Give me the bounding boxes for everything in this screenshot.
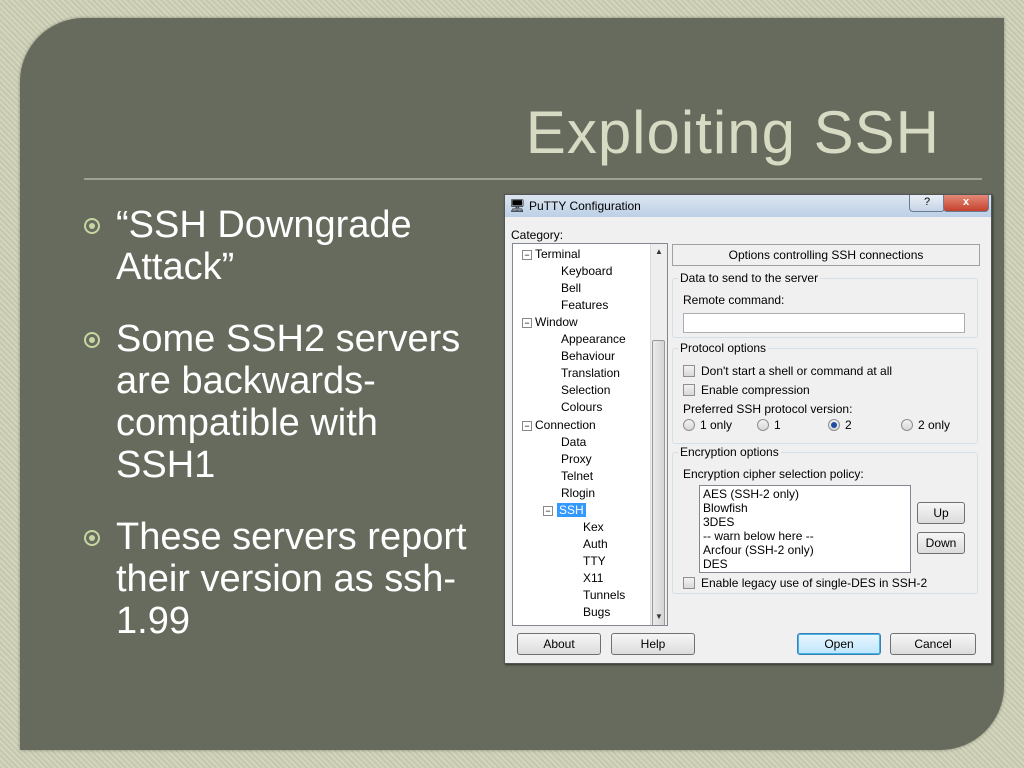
tree-item-keyboard[interactable]: Keyboard (561, 264, 612, 278)
tree-item-features[interactable]: Features (561, 298, 608, 312)
compression-label: Enable compression (701, 383, 810, 397)
cipher-policy-label: Encryption cipher selection policy: (683, 467, 864, 481)
tree-item-selection[interactable]: Selection (561, 383, 610, 397)
title-bar[interactable]: 🖥 PuTTY Configuration ? x (505, 195, 991, 217)
cipher-up-button[interactable]: Up (917, 502, 965, 524)
collapse-icon[interactable]: − (522, 250, 532, 260)
category-tree[interactable]: − Terminal Keyboard Bell Features − Wind… (512, 243, 668, 626)
panel-header: Options controlling SSH connections (672, 244, 980, 266)
tree-item-auth[interactable]: Auth (583, 537, 608, 551)
protocol-options-group: Protocol options Don't start a shell or … (672, 341, 978, 444)
tree-item-behaviour[interactable]: Behaviour (561, 349, 615, 363)
tree-item-tty[interactable]: TTY (583, 554, 606, 568)
scroll-down-icon[interactable]: ▼ (651, 609, 667, 625)
scroll-up-icon[interactable]: ▲ (651, 244, 667, 260)
compression-checkbox[interactable] (683, 384, 695, 396)
group-title: Encryption options (678, 445, 781, 459)
list-item[interactable]: DES (703, 557, 907, 571)
tree-item-translation[interactable]: Translation (561, 366, 620, 380)
slide-title: Exploiting SSH (525, 99, 940, 166)
no-shell-label: Don't start a shell or command at all (701, 364, 893, 378)
legacy-des-label: Enable legacy use of single-DES in SSH-2 (701, 576, 928, 590)
close-button[interactable]: x (943, 195, 989, 212)
cancel-button[interactable]: Cancel (890, 633, 976, 655)
encryption-options-group: Encryption options Encryption cipher sel… (672, 445, 978, 594)
version-2-label: 2 (845, 418, 852, 432)
tree-item-terminal[interactable]: Terminal (535, 247, 580, 261)
bullet-list: “SSH Downgrade Attack” Some SSH2 servers… (84, 204, 484, 672)
no-shell-checkbox[interactable] (683, 365, 695, 377)
remote-command-input[interactable] (683, 313, 965, 333)
putty-config-window: 🖥 PuTTY Configuration ? x Category: − Te… (504, 194, 992, 664)
tree-item-connection[interactable]: Connection (535, 418, 596, 432)
page-background: Exploiting SSH “SSH Downgrade Attack” So… (0, 0, 1024, 768)
version-radio-2[interactable] (828, 419, 840, 431)
scroll-thumb[interactable] (652, 340, 665, 625)
tree-item-ssh[interactable]: SSH (557, 503, 586, 517)
data-to-send-group: Data to send to the server Remote comman… (672, 271, 978, 338)
version-radio-1-only[interactable] (683, 419, 695, 431)
tree-item-tunnels[interactable]: Tunnels (583, 588, 625, 602)
group-title: Data to send to the server (678, 271, 821, 285)
tree-item-appearance[interactable]: Appearance (561, 332, 626, 346)
bullet-item: Some SSH2 servers are backwards-compatib… (84, 318, 484, 486)
window-title: PuTTY Configuration (529, 199, 641, 213)
tree-item-data[interactable]: Data (561, 435, 586, 449)
bullet-text: “SSH Downgrade Attack” (116, 204, 412, 288)
bullet-icon (84, 332, 100, 348)
bullet-text: Some SSH2 servers are backwards-compatib… (116, 318, 461, 486)
version-1-label: 1 (774, 418, 781, 432)
legacy-des-checkbox[interactable] (683, 577, 695, 589)
tree-item-window[interactable]: Window (535, 315, 578, 329)
cipher-listbox[interactable]: AES (SSH-2 only) Blowfish 3DES -- warn b… (699, 485, 911, 573)
bullet-item: “SSH Downgrade Attack” (84, 204, 484, 288)
cipher-down-button[interactable]: Down (917, 532, 965, 554)
ssh-version-label: Preferred SSH protocol version: (683, 402, 853, 416)
bullet-icon (84, 530, 100, 546)
collapse-icon[interactable]: − (522, 318, 532, 328)
tree-item-proxy[interactable]: Proxy (561, 452, 592, 466)
open-button[interactable]: Open (797, 633, 881, 655)
list-item[interactable]: 3DES (703, 515, 907, 529)
tree-item-telnet[interactable]: Telnet (561, 469, 593, 483)
tree-item-x11[interactable]: X11 (583, 571, 603, 585)
list-item[interactable]: AES (SSH-2 only) (703, 487, 907, 501)
group-title: Protocol options (678, 341, 769, 355)
title-divider (84, 178, 982, 180)
tree-scrollbar[interactable]: ▲ ▼ (650, 244, 667, 625)
tree-item-colours[interactable]: Colours (561, 400, 602, 414)
collapse-icon[interactable]: − (543, 506, 553, 516)
tree-item-rlogin[interactable]: Rlogin (561, 486, 595, 500)
help-titlebar-button[interactable]: ? (909, 195, 945, 212)
version-2-only-label: 2 only (918, 418, 951, 432)
tree-item-bell[interactable]: Bell (561, 281, 581, 295)
list-item[interactable]: Blowfish (703, 501, 907, 515)
version-radio-1[interactable] (757, 419, 769, 431)
collapse-icon[interactable]: − (522, 421, 532, 431)
putty-app-icon: 🖥 (509, 198, 526, 213)
category-label: Category: (511, 228, 564, 242)
remote-command-label: Remote command: (683, 293, 785, 307)
bullet-text: These servers report their version as ss… (116, 516, 467, 642)
tree-item-bugs[interactable]: Bugs (583, 605, 610, 619)
version-radio-2-only[interactable] (901, 419, 913, 431)
version-1-only-label: 1 only (700, 418, 733, 432)
help-button[interactable]: Help (611, 633, 695, 655)
tree-item-kex[interactable]: Kex (583, 520, 604, 534)
list-item[interactable]: -- warn below here -- (703, 529, 907, 543)
bullet-item: These servers report their version as ss… (84, 516, 484, 642)
about-button[interactable]: About (517, 633, 601, 655)
bullet-icon (84, 218, 100, 234)
list-item[interactable]: Arcfour (SSH-2 only) (703, 543, 907, 557)
